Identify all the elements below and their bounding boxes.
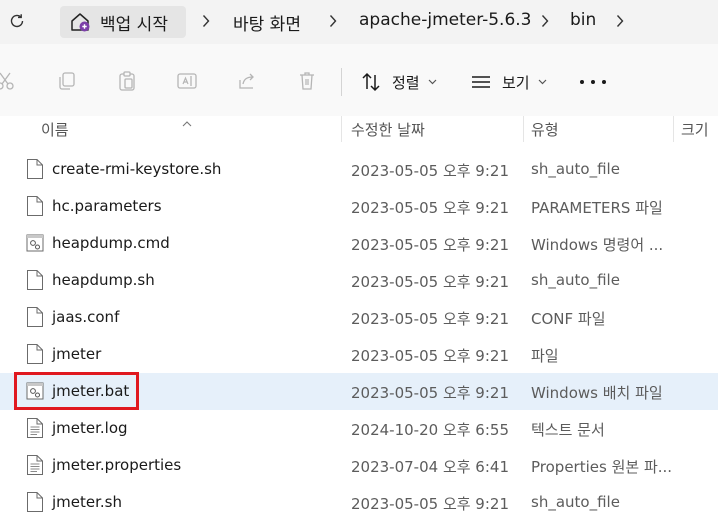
view-button[interactable]: 보기 bbox=[470, 70, 547, 94]
file-type: sh_auto_file bbox=[531, 160, 620, 178]
share-icon[interactable] bbox=[236, 70, 258, 92]
file-icon bbox=[26, 306, 44, 328]
file-modified-date: 2023-05-05 오후 9:21 bbox=[351, 495, 509, 513]
file-type: Properties 원본 파... bbox=[531, 458, 673, 476]
file-name: jmeter.sh bbox=[52, 493, 122, 511]
file-name: jmeter bbox=[52, 345, 102, 363]
chevron-right-icon[interactable] bbox=[328, 14, 338, 28]
file-modified-date: 2023-05-05 오후 9:21 bbox=[351, 236, 509, 254]
chevron-right-icon[interactable] bbox=[615, 14, 625, 28]
refresh-icon[interactable] bbox=[7, 11, 27, 31]
file-row[interactable]: create-rmi-keystore.sh 2023-05-05 오후 9:21… bbox=[0, 151, 718, 188]
sort-icon bbox=[360, 71, 382, 93]
script-file-icon bbox=[26, 232, 44, 254]
breadcrumb-jmeter-folder[interactable]: apache-jmeter-5.6.3 bbox=[359, 10, 532, 30]
file-type: Windows 명령어 ... bbox=[531, 236, 664, 254]
file-list: create-rmi-keystore.sh 2023-05-05 오후 9:21… bbox=[0, 151, 718, 521]
highlight-box bbox=[14, 372, 139, 410]
file-row[interactable]: jaas.conf 2023-05-05 오후 9:21 CONF 파일 bbox=[0, 299, 718, 336]
file-row[interactable]: hc.parameters 2023-05-05 오후 9:21 PARAMETER… bbox=[0, 188, 718, 225]
file-row[interactable]: heapdump.sh 2023-05-05 오후 9:21 sh_auto_fil… bbox=[0, 262, 718, 299]
file-modified-date: 2023-05-05 오후 9:21 bbox=[351, 162, 509, 180]
column-header-name[interactable]: 이름 bbox=[41, 119, 69, 140]
file-type: sh_auto_file bbox=[531, 493, 620, 511]
file-type: CONF 파일 bbox=[531, 310, 606, 328]
column-header-size[interactable]: 크기 bbox=[681, 119, 709, 140]
file-row[interactable]: jmeter.properties 2023-07-04 오후 6:41 Prope… bbox=[0, 447, 718, 484]
paste-icon[interactable] bbox=[116, 70, 138, 92]
file-row[interactable]: heapdump.cmd 2023-05-05 오후 9:21 Windows 명령… bbox=[0, 225, 718, 262]
sort-button[interactable]: 정렬 bbox=[360, 70, 437, 94]
file-type: 파일 bbox=[531, 347, 559, 365]
file-name: heapdump.cmd bbox=[52, 234, 170, 252]
sort-ascending-icon bbox=[182, 112, 192, 131]
column-header-row: 이름 수정한 날짜 유형 크기 bbox=[0, 116, 718, 142]
file-modified-date: 2023-05-05 오후 9:21 bbox=[351, 347, 509, 365]
breadcrumb-home[interactable]: 백업 시작 bbox=[60, 6, 186, 38]
toolbar-divider bbox=[341, 68, 342, 96]
file-modified-date: 2024-10-20 오후 6:55 bbox=[351, 421, 509, 439]
file-modified-date: 2023-05-05 오후 9:21 bbox=[351, 273, 509, 291]
view-label: 보기 bbox=[502, 73, 530, 92]
chevron-down-icon bbox=[538, 79, 547, 85]
file-row[interactable]: jmeter 2023-05-05 오후 9:21 파일 bbox=[0, 336, 718, 373]
file-modified-date: 2023-05-05 오후 9:21 bbox=[351, 199, 509, 217]
file-type: 텍스트 문서 bbox=[531, 421, 605, 439]
column-divider[interactable] bbox=[341, 116, 342, 142]
file-name: hc.parameters bbox=[52, 197, 162, 215]
file-modified-date: 2023-05-05 오후 9:21 bbox=[351, 310, 509, 328]
text-file-icon bbox=[26, 417, 44, 439]
column-divider[interactable] bbox=[523, 116, 524, 142]
file-modified-date: 2023-07-04 오후 6:41 bbox=[351, 458, 509, 476]
file-icon bbox=[26, 195, 44, 217]
file-modified-date: 2023-05-05 오후 9:21 bbox=[351, 384, 509, 402]
file-type: sh_auto_file bbox=[531, 271, 620, 289]
column-header-modified[interactable]: 수정한 날짜 bbox=[351, 119, 425, 140]
cut-icon[interactable] bbox=[0, 70, 16, 92]
file-type: PARAMETERS 파일 bbox=[531, 199, 663, 217]
breadcrumb-home-label: 백업 시작 bbox=[100, 14, 168, 35]
column-header-type[interactable]: 유형 bbox=[531, 119, 559, 140]
file-name: jmeter.properties bbox=[52, 456, 182, 474]
home-backup-icon bbox=[68, 10, 92, 34]
file-icon bbox=[26, 269, 44, 291]
command-bar: 정렬 보기 bbox=[0, 44, 718, 116]
file-name: jaas.conf bbox=[52, 308, 120, 326]
file-row[interactable]: jmeter.sh 2023-05-05 오후 9:21 sh_auto_file bbox=[0, 484, 718, 521]
file-icon bbox=[26, 158, 44, 180]
file-icon bbox=[26, 343, 44, 365]
file-name: heapdump.sh bbox=[52, 271, 155, 289]
more-options-icon[interactable] bbox=[580, 78, 606, 86]
chevron-right-icon[interactable] bbox=[201, 14, 211, 28]
breadcrumb-desktop[interactable]: 바탕 화면 bbox=[233, 10, 301, 35]
sort-label: 정렬 bbox=[392, 73, 420, 92]
file-name: jmeter.log bbox=[52, 419, 128, 437]
trash-icon[interactable] bbox=[296, 70, 318, 92]
file-type: Windows 배치 파일 bbox=[531, 384, 663, 402]
copy-icon[interactable] bbox=[56, 70, 78, 92]
text-file-icon bbox=[26, 454, 44, 476]
breadcrumb-bin[interactable]: bin bbox=[570, 10, 596, 30]
file-icon bbox=[26, 491, 44, 513]
file-row[interactable]: jmeter.log 2024-10-20 오후 6:55 텍스트 문서 bbox=[0, 410, 718, 447]
view-list-icon bbox=[470, 71, 492, 93]
column-divider[interactable] bbox=[673, 116, 674, 142]
rename-icon[interactable] bbox=[176, 70, 198, 92]
file-name: create-rmi-keystore.sh bbox=[52, 160, 222, 178]
chevron-right-icon[interactable] bbox=[540, 14, 550, 28]
chevron-down-icon bbox=[428, 79, 437, 85]
address-bar: 백업 시작 바탕 화면 apache-jmeter-5.6.3 bin bbox=[0, 0, 718, 44]
